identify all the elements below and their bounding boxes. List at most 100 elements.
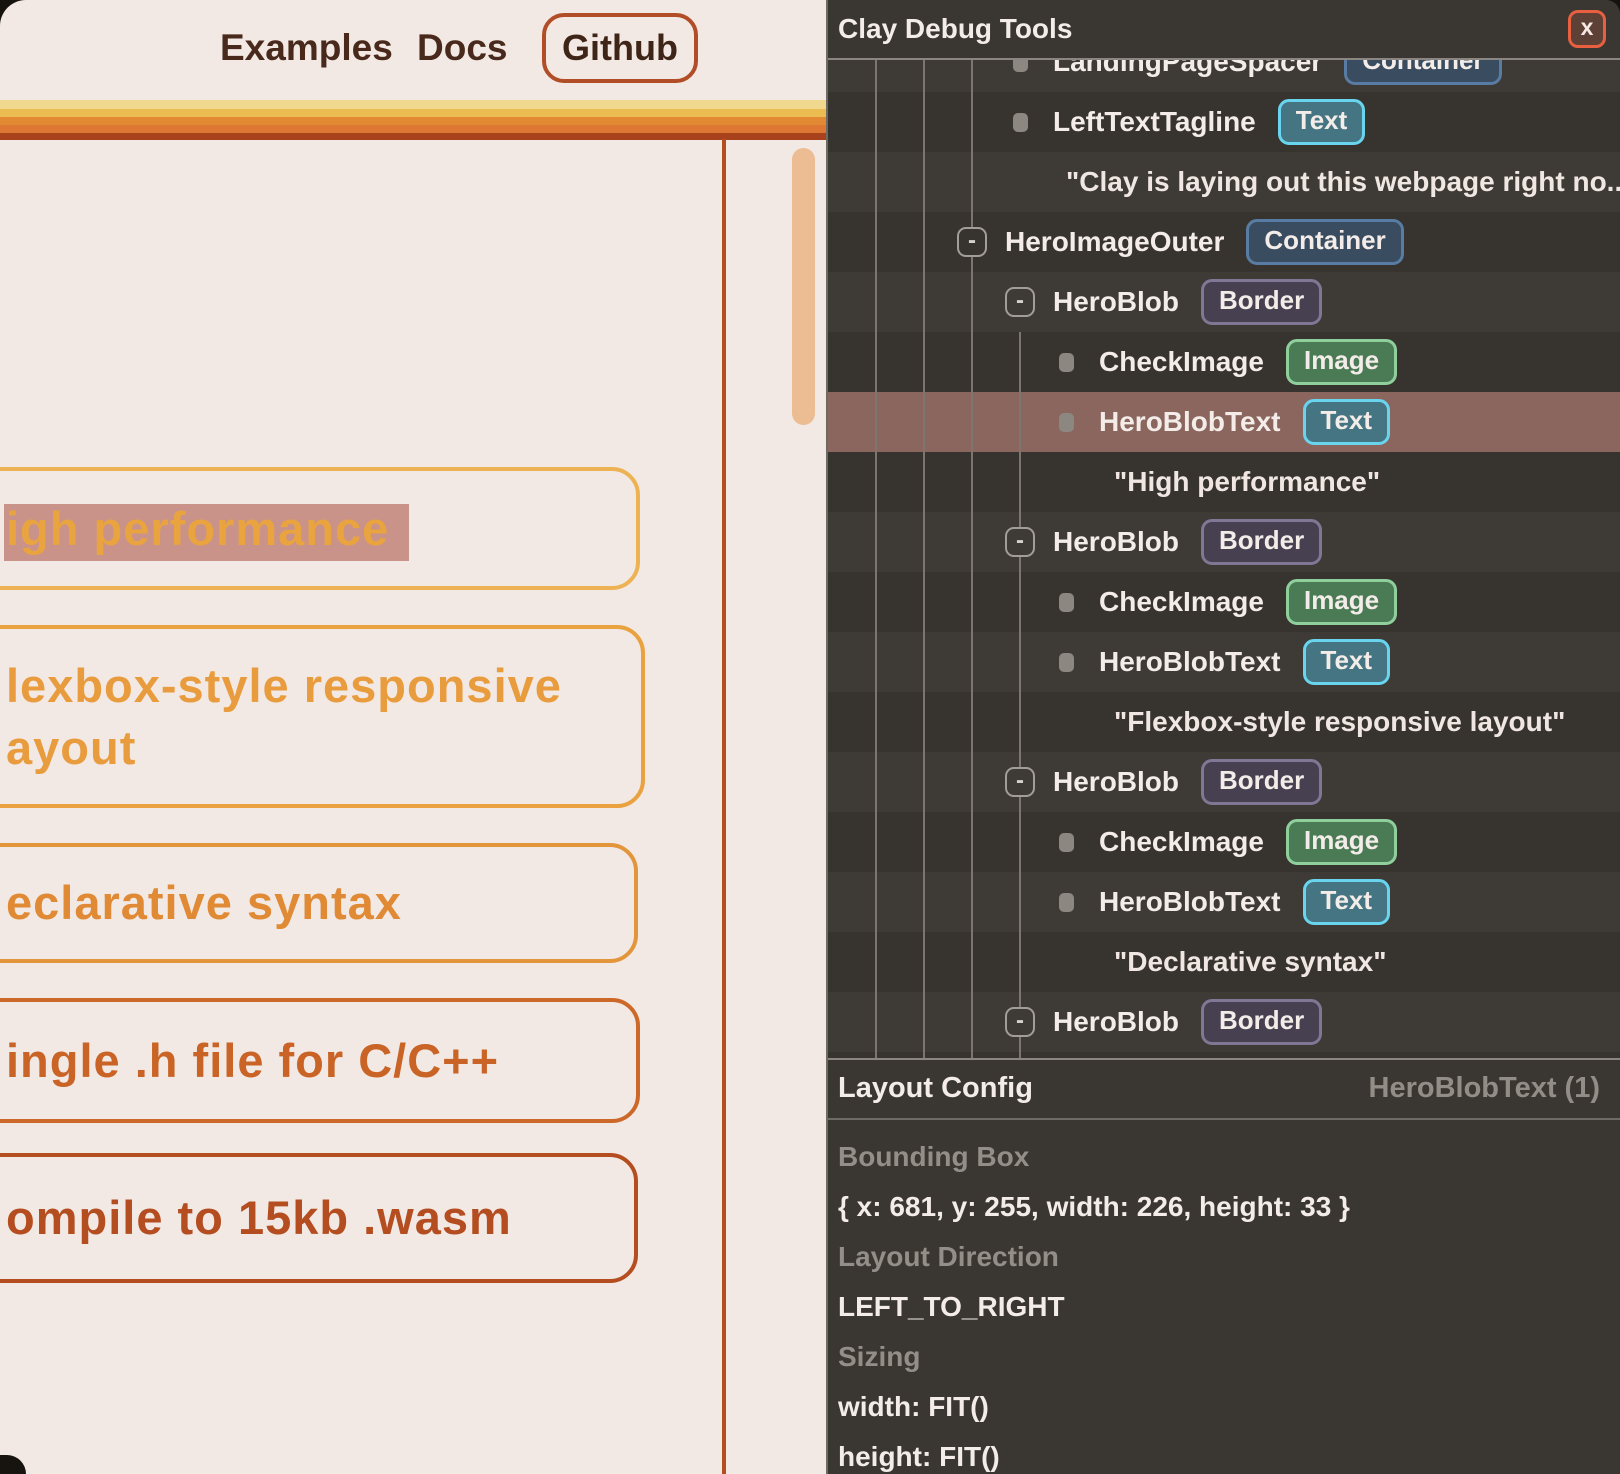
type-badge-text: Text	[1303, 399, 1391, 445]
tree-node-LeftTextTagline[interactable]: LeftTextTaglineText	[828, 92, 1620, 152]
screenshot-stage: Examples Docs Github igh performance lexb…	[0, 0, 1620, 1474]
tree-node-label: HeroBlob	[1053, 766, 1179, 798]
type-badge-border: Border	[1201, 759, 1322, 805]
nav-link-examples[interactable]: Examples	[220, 15, 393, 81]
tree-node-HeroBlob[interactable]: -HeroBlob Border	[828, 992, 1620, 1052]
config-field-value: width: FIT()	[838, 1382, 1620, 1432]
page-column-divider	[722, 139, 726, 1474]
hero-feature-text: igh performance	[0, 498, 636, 560]
collapse-toggle-icon[interactable]: -	[1005, 767, 1035, 797]
leaf-bullet-icon	[1059, 413, 1074, 432]
layout-config-title: Layout Config	[838, 1060, 1033, 1118]
collapse-toggle-icon[interactable]: -	[1005, 527, 1035, 557]
tree-node-label: HeroBlobText	[1099, 646, 1281, 678]
stripe-band	[0, 117, 826, 125]
tree-node-CheckImage[interactable]: CheckImage Image	[828, 812, 1620, 872]
text-preview-value: "Clay is laying out this webpage right n…	[828, 166, 1620, 198]
config-field-value: LEFT_TO_RIGHT	[838, 1282, 1620, 1332]
tree-node-lead	[1051, 407, 1081, 437]
tree-node-lead: -	[1005, 1007, 1035, 1037]
tree-node-label: HeroBlobText	[1099, 886, 1281, 918]
debug-panel-header: Clay Debug Tools x	[828, 0, 1620, 60]
tree-node-label: HeroImageOuter	[1005, 226, 1224, 258]
tree-indent-guide	[923, 60, 925, 1058]
tree-node-label: CheckImage	[1099, 826, 1264, 858]
layout-config-header: Layout Config HeroBlobText (1)	[828, 1060, 1620, 1120]
tree-node-CheckImage[interactable]: CheckImage Image	[828, 572, 1620, 632]
config-field-value: height: FIT()	[838, 1432, 1620, 1474]
footer-corner	[0, 1455, 26, 1474]
type-badge-text: Text	[1303, 879, 1391, 925]
rainbow-stripe	[0, 100, 826, 140]
tree-node-HeroBlob[interactable]: -HeroBlob Border	[828, 752, 1620, 812]
leaf-bullet-icon	[1059, 593, 1074, 612]
tree-node-HeroBlobText[interactable]: HeroBlobTextText	[828, 632, 1620, 692]
tree-node-lead: -	[1005, 767, 1035, 797]
tree-text-preview: "High performance"	[828, 452, 1620, 512]
tree-node-HeroBlob[interactable]: -HeroBlobBorder	[828, 512, 1620, 572]
text-preview-value: "High performance"	[828, 466, 1380, 498]
type-badge-image: Image	[1286, 339, 1397, 385]
tree-node-lead	[1051, 587, 1081, 617]
type-badge-container: Container	[1344, 60, 1501, 85]
leaf-bullet-icon	[1013, 60, 1028, 72]
clay-debug-panel: Clay Debug Tools x LandingPageSpacer Cont…	[826, 0, 1620, 1474]
collapse-toggle-icon[interactable]: -	[957, 227, 987, 257]
hero-feature-box: eclarative syntax	[0, 843, 638, 963]
tree-node-label: HeroBlob	[1053, 1006, 1179, 1038]
leaf-bullet-icon	[1013, 113, 1028, 132]
tree-text-preview: "Clay is laying out this webpage right n…	[828, 152, 1620, 212]
config-field-label: Sizing	[838, 1332, 1620, 1382]
type-badge-image: Image	[1286, 579, 1397, 625]
page-scrollbar-thumb[interactable]	[792, 148, 815, 425]
tree-node-HeroBlobText[interactable]: HeroBlobText Text	[828, 392, 1620, 452]
hero-feature-box: lexbox-style responsiveayout	[0, 625, 645, 808]
leaf-bullet-icon	[1059, 353, 1074, 372]
type-badge-border: Border	[1201, 999, 1322, 1045]
tree-text-preview: "Flexbox-style responsive layout"	[828, 692, 1620, 752]
debug-panel-title: Clay Debug Tools	[838, 0, 1072, 58]
tree-node-label: CheckImage	[1099, 586, 1264, 618]
hero-feature-box: ingle .h file for C/C++	[0, 998, 640, 1123]
type-badge-image: Image	[1286, 819, 1397, 865]
hero-feature-text: ayout	[0, 717, 641, 779]
tree-text-preview: "Declarative syntax"	[828, 932, 1620, 992]
tree-node-label: HeroBlob	[1053, 526, 1179, 558]
leaf-bullet-icon	[1059, 893, 1074, 912]
text-preview-value: "Flexbox-style responsive layout"	[828, 706, 1565, 738]
stripe-band	[0, 100, 826, 109]
config-field-label: Bounding Box	[838, 1132, 1620, 1182]
hero-feature-text: ingle .h file for C/C++	[0, 1030, 636, 1092]
nav-link-docs[interactable]: Docs	[417, 15, 507, 81]
tree-node-label: CheckImage	[1099, 346, 1264, 378]
tree-node-lead	[1051, 827, 1081, 857]
tree-node-label: HeroBlobText	[1099, 406, 1281, 438]
tree-node-HeroBlob[interactable]: -HeroBlobBorder	[828, 272, 1620, 332]
tree-node-label: HeroBlob	[1053, 286, 1179, 318]
text-preview-value: "Declarative syntax"	[828, 946, 1386, 978]
tree-node-HeroBlobText[interactable]: HeroBlobText Text	[828, 872, 1620, 932]
hero-feature-text: ompile to 15kb .wasm	[0, 1187, 634, 1249]
hero-feature-box: igh performance	[0, 467, 640, 590]
tree-node-lead	[1051, 347, 1081, 377]
tree-node-lead	[1051, 887, 1081, 917]
close-icon[interactable]: x	[1568, 10, 1606, 48]
leaf-bullet-icon	[1059, 833, 1074, 852]
layout-config-section: Layout Config HeroBlobText (1) Bounding …	[828, 1058, 1620, 1474]
tree-node-lead	[1005, 107, 1035, 137]
tree-node-HeroImageOuter[interactable]: -HeroImageOuterContainer	[828, 212, 1620, 272]
config-field-label: Layout Direction	[838, 1232, 1620, 1282]
tree-node-label: LandingPageSpacer	[1053, 60, 1322, 78]
config-field-value: { x: 681, y: 255, width: 226, height: 33…	[838, 1182, 1620, 1232]
collapse-toggle-icon[interactable]: -	[1005, 1007, 1035, 1037]
tree-node-label: LeftTextTagline	[1053, 106, 1256, 138]
tree-indent-guide	[971, 60, 973, 1058]
github-button[interactable]: Github	[542, 13, 698, 83]
collapse-toggle-icon[interactable]: -	[1005, 287, 1035, 317]
tree-node-CheckImage[interactable]: CheckImage Image	[828, 332, 1620, 392]
tree-node-LandingPageSpacer[interactable]: LandingPageSpacer Container	[828, 60, 1620, 92]
clay-demo-page: Examples Docs Github igh performance lexb…	[0, 0, 826, 1474]
element-tree: LandingPageSpacer Container LeftTextTaglin…	[828, 60, 1620, 1058]
tree-node-lead	[1051, 647, 1081, 677]
hero-feature-text: lexbox-style responsive	[0, 655, 641, 717]
